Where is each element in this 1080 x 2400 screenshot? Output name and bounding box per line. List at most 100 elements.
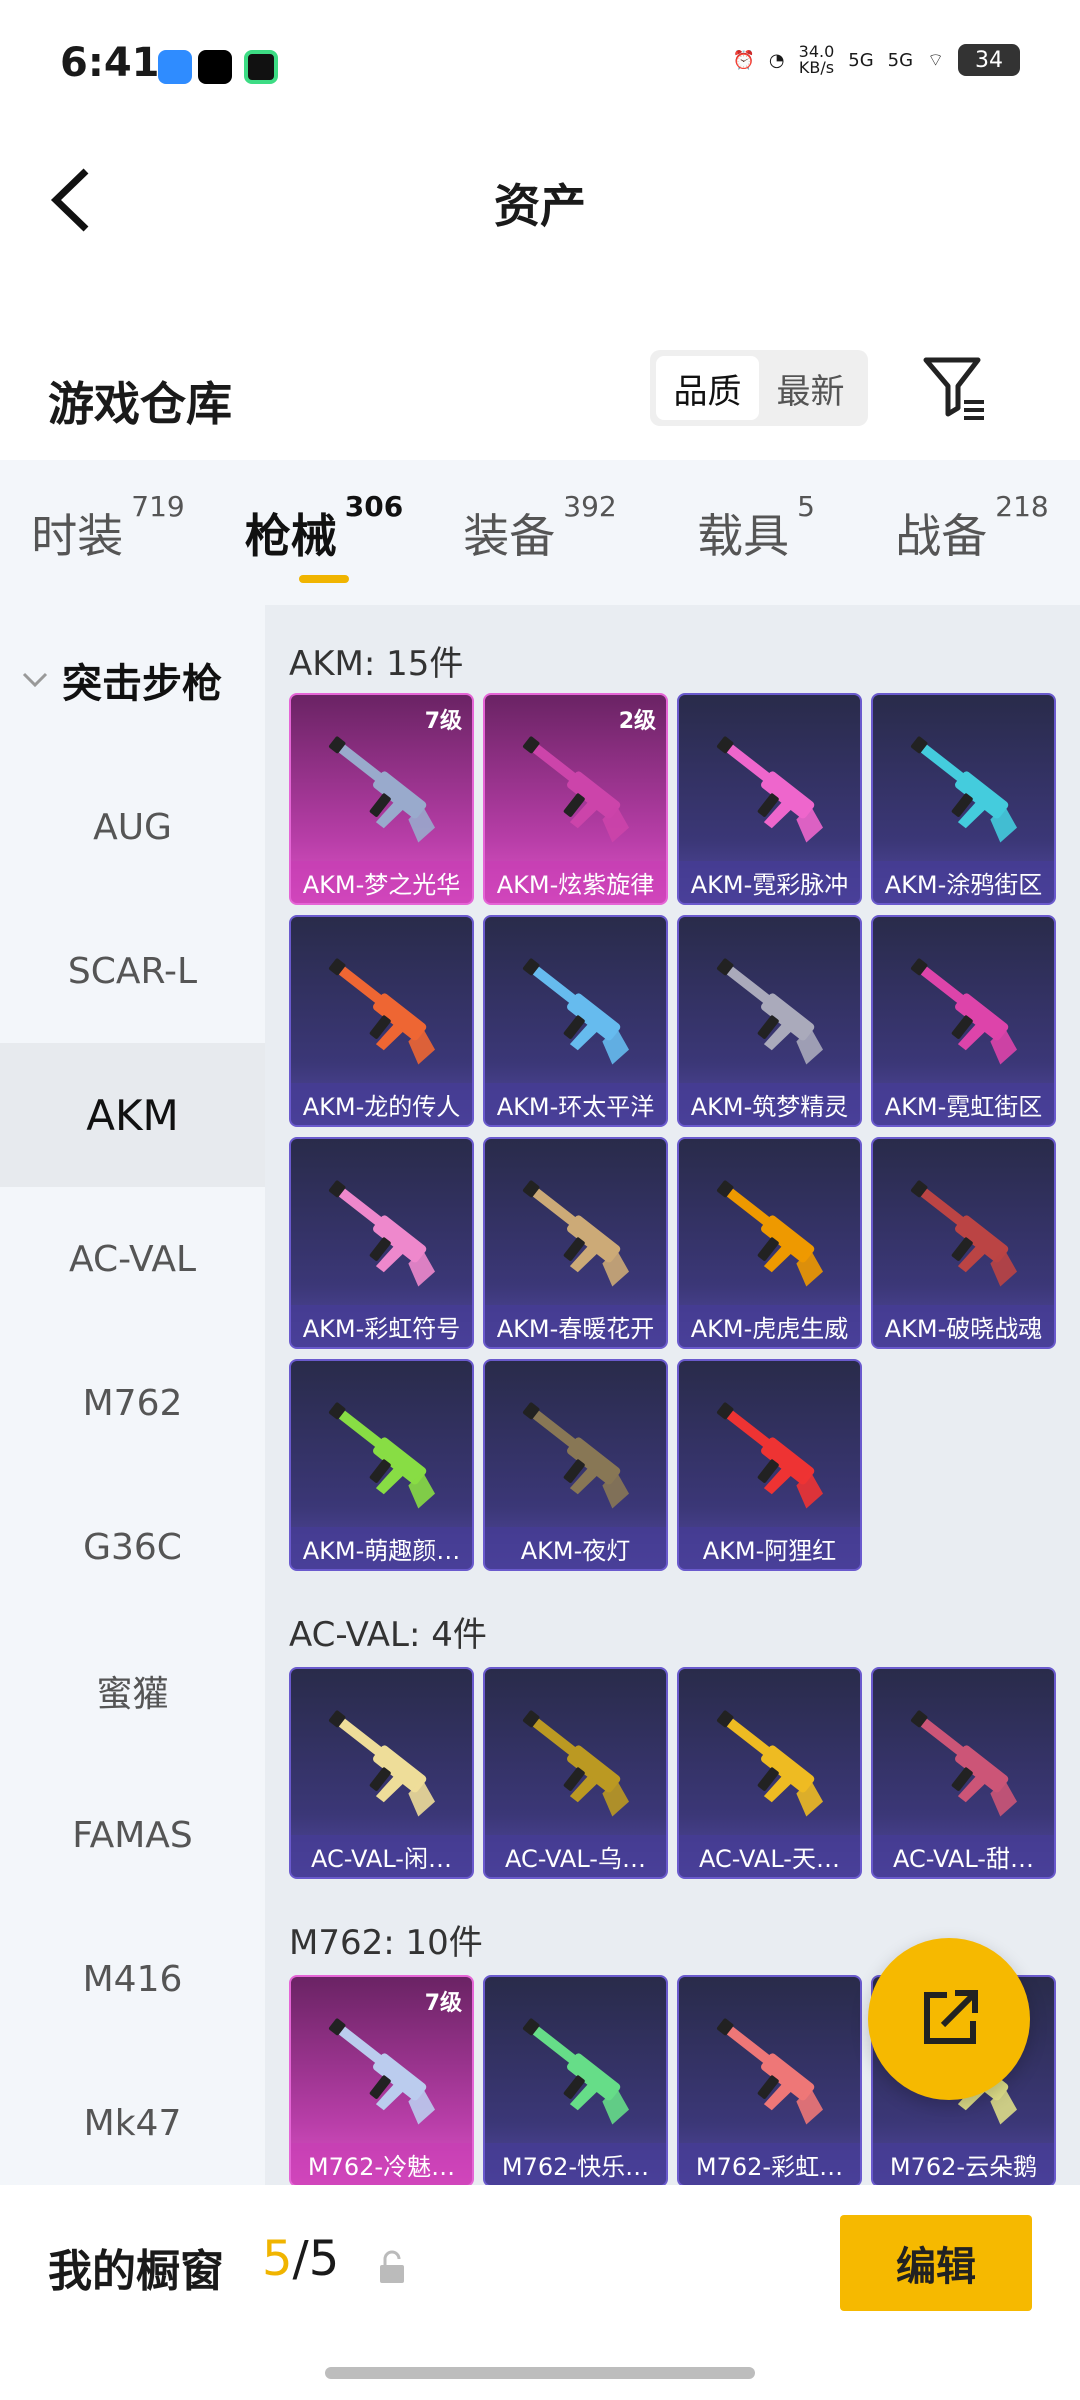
rifle-icon bbox=[328, 2018, 436, 2125]
skin-name: M762-冷魅… bbox=[291, 2143, 472, 2185]
tab-label: 装备 bbox=[463, 509, 556, 563]
showcase-count: 5/5 bbox=[262, 2231, 339, 2287]
skin-card[interactable]: AC-VAL-天… bbox=[677, 1667, 862, 1879]
skin-card[interactable]: AC-VAL-闲… bbox=[289, 1667, 474, 1879]
tab-outfits[interactable]: 时装 719 bbox=[0, 460, 216, 605]
rifle-icon bbox=[328, 736, 436, 843]
rifle-icon bbox=[328, 958, 436, 1065]
skin-name: AC-VAL-闲… bbox=[291, 1835, 472, 1877]
skin-name: AC-VAL-天… bbox=[679, 1835, 860, 1877]
tab-label: 战备 bbox=[895, 509, 988, 563]
sidebar-item-honey-badger[interactable]: 蜜獾 bbox=[0, 1619, 265, 1763]
signal-5g-2: 5G bbox=[887, 49, 914, 71]
showcase-total: 5 bbox=[308, 2231, 340, 2287]
skin-name: M762-云朵鹅 bbox=[873, 2143, 1054, 2185]
skin-card[interactable]: M762-快乐… bbox=[483, 1975, 668, 2185]
skin-card[interactable]: M762-彩虹… bbox=[677, 1975, 862, 2185]
battery-icon: 34 bbox=[958, 44, 1020, 76]
skin-name: AKM-环太平洋 bbox=[485, 1083, 666, 1125]
skin-name: AKM-破晓战魂 bbox=[873, 1305, 1054, 1347]
sidebar-item-ac-val[interactable]: AC-VAL bbox=[0, 1187, 265, 1331]
status-time: 6:41 bbox=[60, 40, 160, 86]
skin-card[interactable]: AKM-涂鸦街区 bbox=[871, 693, 1056, 905]
sidebar-item-aug[interactable]: AUG bbox=[0, 755, 265, 899]
showcase-current: 5 bbox=[262, 2231, 293, 2287]
rifle-icon bbox=[522, 2018, 630, 2125]
rifle-icon bbox=[716, 736, 824, 843]
filter-button[interactable] bbox=[920, 352, 990, 422]
tab-label: 枪械 bbox=[244, 509, 337, 563]
skin-name: AKM-虎虎生威 bbox=[679, 1305, 860, 1347]
sidebar-item-famas[interactable]: FAMAS bbox=[0, 1763, 265, 1907]
warehouse-title: 游戏仓库 bbox=[48, 377, 232, 431]
skin-card[interactable]: AKM-夜灯 bbox=[483, 1359, 668, 1571]
rifle-icon bbox=[522, 736, 630, 843]
sidebar-item-m416[interactable]: M416 bbox=[0, 1907, 265, 2051]
skin-card[interactable]: AKM-龙的传人 bbox=[289, 915, 474, 1127]
skin-card[interactable]: AKM-霓虹街区 bbox=[871, 915, 1056, 1127]
rifle-icon bbox=[522, 958, 630, 1065]
skin-card[interactable]: AKM-虎虎生威 bbox=[677, 1137, 862, 1349]
skin-name: AKM-梦之光华 bbox=[291, 861, 472, 903]
warehouse-header: 游戏仓库 品质 最新 bbox=[0, 340, 1080, 460]
rifle-icon bbox=[522, 1710, 630, 1817]
rifle-icon bbox=[522, 1180, 630, 1287]
tab-equipment[interactable]: 装备 392 bbox=[432, 460, 648, 605]
sidebar-item-m762[interactable]: M762 bbox=[0, 1331, 265, 1475]
rifle-icon bbox=[716, 1402, 824, 1509]
rifle-icon bbox=[910, 958, 1018, 1065]
group-title: AKM: 15件 bbox=[289, 643, 464, 684]
tab-count: 719 bbox=[131, 490, 185, 523]
skin-card[interactable]: 7级 AKM-梦之光华 bbox=[289, 693, 474, 905]
showcase-label: 我的橱窗 bbox=[48, 2246, 224, 2297]
share-button[interactable] bbox=[868, 1938, 1030, 2100]
skin-card[interactable]: AKM-彩虹符号 bbox=[289, 1137, 474, 1349]
tab-count: 306 bbox=[344, 490, 404, 523]
lock-icon bbox=[380, 2250, 404, 2283]
skin-card[interactable]: AKM-春暖花开 bbox=[483, 1137, 668, 1349]
tab-guns[interactable]: 枪械 306 bbox=[216, 460, 432, 605]
rifle-icon bbox=[328, 1180, 436, 1287]
skin-card[interactable]: AKM-破晓战魂 bbox=[871, 1137, 1056, 1349]
skin-name: AC-VAL-乌… bbox=[485, 1835, 666, 1877]
sidebar-item-scar-l[interactable]: SCAR-L bbox=[0, 899, 265, 1043]
status-bar: 6:41 ⏰ ◔ 34.0 KB/s 5G 5G ⌔ 34 bbox=[0, 0, 1080, 140]
tab-vehicles[interactable]: 载具 5 bbox=[648, 460, 864, 605]
sidebar-item-akm[interactable]: AKM bbox=[0, 1043, 265, 1187]
rifle-icon bbox=[522, 1402, 630, 1509]
skin-card[interactable]: AKM-萌趣颜… bbox=[289, 1359, 474, 1571]
showcase-sep: / bbox=[292, 2231, 309, 2287]
tab-supplies[interactable]: 战备 218 bbox=[864, 460, 1080, 605]
skin-name: M762-彩虹… bbox=[679, 2143, 860, 2185]
group-title: AC-VAL: 4件 bbox=[289, 1614, 487, 1655]
tab-label: 时装 bbox=[31, 509, 124, 563]
skin-card[interactable]: AKM-筑梦精灵 bbox=[677, 915, 862, 1127]
sort-latest-button[interactable]: 最新 bbox=[759, 356, 862, 420]
skin-card[interactable]: AKM-霓彩脉冲 bbox=[677, 693, 862, 905]
sidebar-item-g36c[interactable]: G36C bbox=[0, 1475, 265, 1619]
app-notification-icon bbox=[244, 50, 278, 84]
category-assault-rifle[interactable]: 突击步枪 bbox=[0, 605, 265, 755]
home-indicator[interactable] bbox=[325, 2367, 755, 2379]
skin-card[interactable]: AKM-阿狸红 bbox=[677, 1359, 862, 1571]
rifle-icon bbox=[716, 1710, 824, 1817]
skin-name: AKM-龙的传人 bbox=[291, 1083, 472, 1125]
speedometer-icon: ◔ bbox=[768, 49, 785, 71]
skin-card[interactable]: AKM-环太平洋 bbox=[483, 915, 668, 1127]
alarm-icon: ⏰ bbox=[732, 49, 755, 71]
skin-card[interactable]: 2级 AKM-炫紫旋律 bbox=[483, 693, 668, 905]
skin-name: AKM-萌趣颜… bbox=[291, 1527, 472, 1569]
skin-name: AKM-霓虹街区 bbox=[873, 1083, 1054, 1125]
rifle-icon bbox=[716, 958, 824, 1065]
page-title: 资产 bbox=[494, 179, 586, 233]
skin-card[interactable]: AC-VAL-乌… bbox=[483, 1667, 668, 1879]
sort-quality-button[interactable]: 品质 bbox=[656, 356, 759, 420]
filter-icon bbox=[923, 357, 984, 420]
rifle-icon bbox=[910, 736, 1018, 843]
skin-name: AC-VAL-甜… bbox=[873, 1835, 1054, 1877]
skin-card[interactable]: AC-VAL-甜… bbox=[871, 1667, 1056, 1879]
skin-grid: AC-VAL-闲… AC-VAL-乌… AC-VAL-天… AC-VAL-甜… bbox=[265, 1667, 1080, 1879]
edit-button[interactable]: 编辑 bbox=[840, 2215, 1032, 2311]
skin-card[interactable]: 7级 M762-冷魅… bbox=[289, 1975, 474, 2185]
sidebar-item-mk47[interactable]: Mk47 bbox=[0, 2051, 265, 2195]
